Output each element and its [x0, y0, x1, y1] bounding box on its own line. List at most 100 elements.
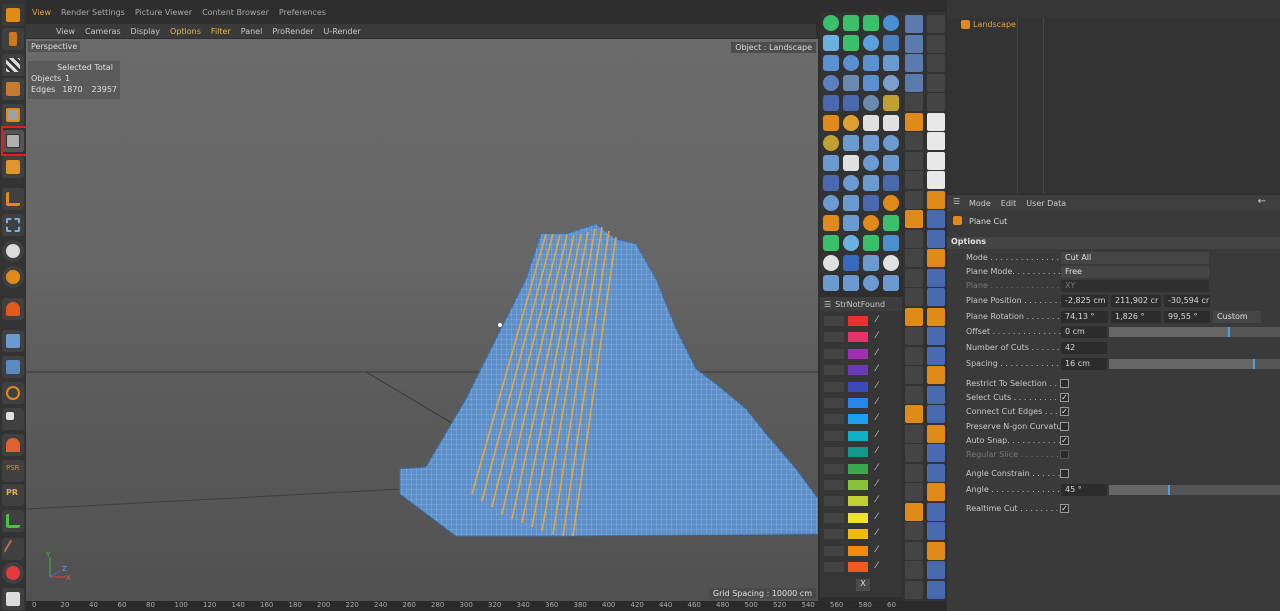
color-swatch-row[interactable]: ⁄ [820, 429, 902, 443]
tool-workplane-icon[interactable] [2, 356, 24, 378]
layout-button-icon[interactable] [905, 210, 923, 228]
color-swatch-row[interactable]: ⁄ [820, 462, 902, 476]
layout-button-icon[interactable] [905, 151, 923, 170]
object-palette-icon[interactable] [863, 275, 879, 291]
tool-search-icon[interactable] [2, 382, 24, 404]
color-swatch[interactable] [848, 480, 868, 490]
object-palette-icon[interactable] [883, 275, 899, 291]
color-swatch-row[interactable]: ⁄ [820, 380, 902, 394]
tool-joint-icon[interactable] [2, 538, 24, 560]
empty-swatch[interactable] [824, 316, 844, 326]
view-button-icon[interactable] [927, 93, 945, 111]
object-palette-icon[interactable] [843, 275, 859, 291]
view-button-icon[interactable] [927, 15, 945, 33]
object-palette-icon[interactable] [883, 35, 899, 51]
object-palette-icon[interactable] [863, 115, 879, 131]
layout-button-icon[interactable] [905, 171, 923, 189]
layout-button-icon[interactable] [905, 93, 923, 111]
object-palette-icon[interactable] [863, 15, 879, 31]
eyedropper-icon[interactable]: ⁄ [876, 545, 878, 555]
layout-button-icon[interactable] [905, 190, 923, 209]
view-button-icon[interactable] [927, 54, 945, 72]
eyedropper-icon[interactable]: ⁄ [876, 528, 878, 538]
preserve-ngon-curvature-checkbox[interactable] [1060, 422, 1069, 431]
layout-button-icon[interactable] [905, 327, 923, 345]
color-swatch[interactable] [848, 463, 868, 474]
view-button-icon[interactable] [927, 73, 945, 92]
tool-film-icon[interactable] [2, 28, 24, 50]
menu-prorender[interactable]: ProRender [272, 27, 313, 36]
object-palette-icon[interactable] [883, 215, 899, 231]
object-palette-icon[interactable] [843, 195, 859, 211]
tab-render-settings[interactable]: Render Settings [61, 8, 125, 22]
view-button-icon[interactable] [927, 561, 945, 579]
color-swatch-row[interactable]: ⁄ [820, 527, 902, 541]
plane-position-z-field[interactable]: -30,594 cr [1164, 295, 1210, 307]
view-button-icon[interactable] [927, 483, 945, 501]
color-swatch[interactable] [848, 529, 868, 540]
layout-button-icon[interactable] [905, 54, 923, 72]
eyedropper-icon[interactable]: ⁄ [876, 495, 878, 505]
plane-mode-dropdown[interactable]: Free [1061, 266, 1209, 278]
empty-swatch[interactable] [824, 348, 844, 359]
object-palette-icon[interactable] [823, 15, 839, 31]
object-palette-icon[interactable] [843, 215, 859, 231]
empty-swatch[interactable] [824, 398, 844, 408]
menu-u-render[interactable]: U-Render [324, 27, 361, 36]
color-swatch-row[interactable]: ⁄ [820, 544, 902, 558]
layout-button-icon[interactable] [905, 73, 923, 92]
object-palette-icon[interactable] [843, 95, 859, 111]
view-button-icon[interactable] [927, 229, 945, 248]
empty-swatch[interactable] [824, 512, 844, 523]
eyedropper-icon[interactable]: ⁄ [876, 463, 878, 473]
color-swatch[interactable] [848, 398, 868, 408]
empty-swatch[interactable] [824, 430, 844, 441]
tool-texture-icon[interactable] [2, 78, 24, 100]
color-swatch[interactable] [848, 496, 868, 507]
back-arrow-icon[interactable]: ← [1258, 196, 1266, 207]
layout-button-icon[interactable] [905, 346, 923, 365]
menu-user-data[interactable]: User Data [1026, 199, 1066, 208]
color-swatch-row[interactable]: ⁄ [820, 494, 902, 508]
layout-button-icon[interactable] [905, 561, 923, 579]
view-button-icon[interactable] [927, 268, 945, 287]
object-palette-icon[interactable] [823, 55, 839, 71]
layout-button-icon[interactable] [905, 112, 923, 131]
spacing-slider[interactable] [1109, 359, 1280, 369]
color-swatch-row[interactable]: ⁄ [820, 511, 902, 525]
tab-view[interactable]: View [32, 8, 51, 22]
layout-button-icon[interactable] [905, 541, 923, 560]
number-of-cuts-field[interactable]: 42 [1061, 342, 1107, 354]
tool-axis-icon[interactable] [2, 188, 24, 210]
color-swatch[interactable] [848, 316, 868, 326]
menu-filter[interactable]: Filter [211, 27, 231, 36]
tool-select-icon[interactable] [2, 214, 24, 236]
object-palette-icon[interactable] [863, 215, 879, 231]
layout-button-icon[interactable] [905, 229, 923, 248]
object-palette-icon[interactable] [843, 15, 859, 31]
layout-button-icon[interactable] [905, 34, 923, 53]
object-palette-icon[interactable] [883, 95, 899, 111]
tab-picture-viewer[interactable]: Picture Viewer [135, 8, 192, 22]
object-palette-icon[interactable] [883, 15, 899, 31]
view-button-icon[interactable] [927, 405, 945, 423]
layout-button-icon[interactable] [905, 307, 923, 326]
color-swatch-row[interactable]: ⁄ [820, 560, 902, 574]
tool-move-icon[interactable] [2, 4, 24, 26]
select-cuts-checkbox[interactable]: ✓ [1060, 393, 1069, 402]
connect-cut-edges-checkbox[interactable]: ✓ [1060, 407, 1069, 416]
object-palette-icon[interactable] [843, 175, 859, 191]
empty-swatch[interactable] [824, 562, 844, 572]
color-swatch-row[interactable]: ⁄ [820, 363, 902, 377]
object-palette-icon[interactable] [883, 195, 899, 211]
layout-button-icon[interactable] [905, 444, 923, 462]
tool-pr-icon[interactable]: PR [2, 484, 24, 506]
layout-button-icon[interactable] [905, 268, 923, 287]
object-palette-icon[interactable] [863, 255, 879, 271]
options-section-header[interactable]: Options [947, 237, 1280, 249]
layout-button-icon[interactable] [905, 580, 923, 599]
color-swatch[interactable] [848, 512, 868, 523]
object-palette-icon[interactable] [823, 235, 839, 251]
eyedropper-icon[interactable]: ⁄ [876, 430, 878, 440]
tool-sculpt-icon[interactable] [2, 434, 24, 456]
